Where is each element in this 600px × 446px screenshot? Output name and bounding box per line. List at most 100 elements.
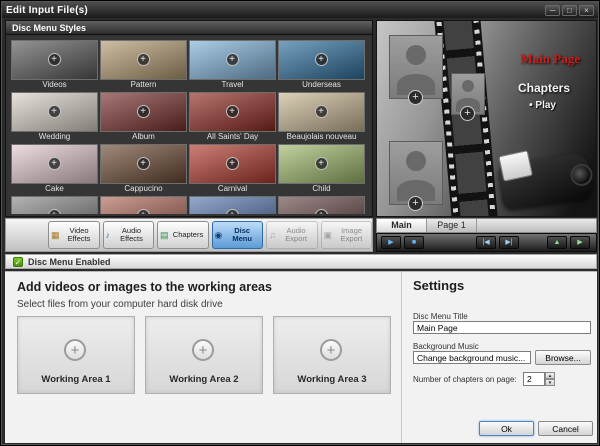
style-thumb-label: Travel xyxy=(189,80,276,90)
plus-icon: + xyxy=(408,196,423,211)
playback-controls: ▶ ■ |◀ ▶| ▲ ▶ xyxy=(376,233,597,252)
collapse-button[interactable]: ▲ xyxy=(547,236,567,249)
style-thumb-art: + xyxy=(11,92,98,132)
preview-play-link[interactable]: • Play xyxy=(529,100,556,111)
close-button[interactable]: × xyxy=(579,5,594,16)
tab-main[interactable]: Main xyxy=(377,219,427,232)
chapters-count-input[interactable] xyxy=(523,372,545,386)
plus-icon: + xyxy=(315,157,328,170)
chapters-count-spinner: ▲ ▼ xyxy=(523,372,555,386)
vertical-divider xyxy=(401,272,402,443)
style-thumb-label: Underseas xyxy=(278,80,365,90)
tab-page-1[interactable]: Page 1 xyxy=(427,219,477,232)
style-thumb-cake[interactable]: + Cake xyxy=(11,144,98,194)
forward-button[interactable]: ▶ xyxy=(570,236,590,249)
working-areas-heading: Add videos or images to the working area… xyxy=(17,280,272,294)
style-thumb-label: Wedding xyxy=(11,132,98,142)
plus-icon: + xyxy=(137,53,150,66)
ok-button[interactable]: Ok xyxy=(479,421,534,436)
plus-icon: + xyxy=(226,105,239,118)
style-thumb-pattern[interactable]: + Pattern xyxy=(100,40,187,90)
menu-item-placeholder[interactable]: + xyxy=(389,35,443,99)
style-thumb-label: Cake xyxy=(11,184,98,194)
style-thumb-art: + xyxy=(100,92,187,132)
maximize-button[interactable]: □ xyxy=(562,5,577,16)
main-panel: Add videos or images to the working area… xyxy=(5,271,597,443)
chapters-button[interactable]: ▤ Chapters xyxy=(157,221,209,249)
style-thumb-child[interactable]: + Child xyxy=(278,144,365,194)
audio-export-icon: ♫ xyxy=(269,230,276,240)
plus-icon: + xyxy=(48,53,61,66)
styles-grid: + Videos + Pattern + Travel + Underseas … xyxy=(8,37,370,214)
video-effects-icon: ▦ xyxy=(51,230,60,241)
disc-menu-title-input[interactable] xyxy=(413,321,591,334)
preview-page-tabs: Main Page 1 xyxy=(376,218,597,233)
style-thumb-all-saints-day[interactable]: + All Saints' Day xyxy=(189,92,276,142)
spinner-up-icon[interactable]: ▲ xyxy=(545,372,555,379)
style-thumb-travel[interactable]: + Travel xyxy=(189,40,276,90)
minimize-button[interactable]: ─ xyxy=(545,5,560,16)
window-title: Edit Input File(s) xyxy=(6,5,543,16)
plus-icon: + xyxy=(315,105,328,118)
styles-panel-title: Disc Menu Styles xyxy=(6,21,372,35)
style-thumb-label: Child xyxy=(278,184,365,194)
style-thumb-album[interactable]: + Album xyxy=(100,92,187,142)
plus-icon: + xyxy=(226,209,239,214)
image-export-icon: ▣ xyxy=(324,230,333,241)
style-thumb-carnival[interactable]: + Carnival xyxy=(189,144,276,194)
style-thumb-partial[interactable]: + xyxy=(278,196,365,214)
person-icon xyxy=(462,80,474,93)
audio-effects-button[interactable]: ♪ Audio Effects xyxy=(103,221,155,249)
audio-export-button: ♫ Audio Export xyxy=(266,221,318,249)
style-thumb-wedding[interactable]: + Wedding xyxy=(11,92,98,142)
spinner-down-icon[interactable]: ▼ xyxy=(545,379,555,386)
working-area-2[interactable]: + Working Area 2 xyxy=(145,316,263,394)
camcorder-body xyxy=(497,152,593,210)
edit-toolbar: ▦ Video Effects ♪ Audio Effects ▤ Chapte… xyxy=(5,218,373,252)
working-area-3[interactable]: + Working Area 3 xyxy=(273,316,391,394)
style-thumb-partial[interactable]: + xyxy=(100,196,187,214)
style-thumb-art: + xyxy=(278,144,365,184)
previous-button[interactable]: |◀ xyxy=(476,236,496,249)
plus-icon: + xyxy=(48,209,61,214)
menu-item-placeholder[interactable]: + xyxy=(451,73,485,115)
camcorder-screen xyxy=(498,150,533,182)
style-thumb-partial[interactable]: + xyxy=(11,196,98,214)
plus-icon: + xyxy=(48,105,61,118)
style-thumb-art: + xyxy=(278,92,365,132)
disc-menu-icon: ◉ xyxy=(215,230,223,241)
spinner-arrows: ▲ ▼ xyxy=(545,372,555,386)
person-icon xyxy=(406,45,426,65)
disc-menu-enabled-checkbox[interactable]: ✓ Disc Menu Enabled xyxy=(5,254,597,269)
background-music-input[interactable] xyxy=(413,351,531,364)
cancel-button[interactable]: Cancel xyxy=(538,421,593,436)
style-thumb-art: + xyxy=(100,196,187,214)
style-thumb-art: + xyxy=(11,144,98,184)
menu-item-placeholder[interactable]: + xyxy=(389,141,443,205)
play-button[interactable]: ▶ xyxy=(381,236,401,249)
plus-icon: + xyxy=(320,339,342,361)
style-thumb-cappucino[interactable]: + Cappucino xyxy=(100,144,187,194)
plus-icon: + xyxy=(315,53,328,66)
style-thumb-label: Videos xyxy=(11,80,98,90)
plus-icon: + xyxy=(137,157,150,170)
video-effects-button[interactable]: ▦ Video Effects xyxy=(48,221,100,249)
check-icon: ✓ xyxy=(13,257,23,267)
disc-menu-button[interactable]: ◉ Disc Menu xyxy=(212,221,264,249)
style-thumb-label: Pattern xyxy=(100,80,187,90)
stop-button[interactable]: ■ xyxy=(404,236,424,249)
camcorder-lens xyxy=(569,162,594,187)
style-thumb-underseas[interactable]: + Underseas xyxy=(278,40,365,90)
plus-icon: + xyxy=(137,209,150,214)
plus-icon: + xyxy=(226,157,239,170)
preview-chapters-link[interactable]: Chapters xyxy=(518,81,570,95)
style-thumb-beaujolais[interactable]: + Beaujolais nouveau xyxy=(278,92,365,142)
style-thumb-label: Beaujolais nouveau xyxy=(278,132,365,142)
camcorder-image xyxy=(484,134,594,214)
working-area-1[interactable]: + Working Area 1 xyxy=(17,316,135,394)
browse-button[interactable]: Browse... xyxy=(535,350,591,365)
style-thumb-videos[interactable]: + Videos xyxy=(11,40,98,90)
disc-menu-title-label: Disc Menu Title xyxy=(413,312,468,321)
next-button[interactable]: ▶| xyxy=(499,236,519,249)
style-thumb-partial[interactable]: + xyxy=(189,196,276,214)
